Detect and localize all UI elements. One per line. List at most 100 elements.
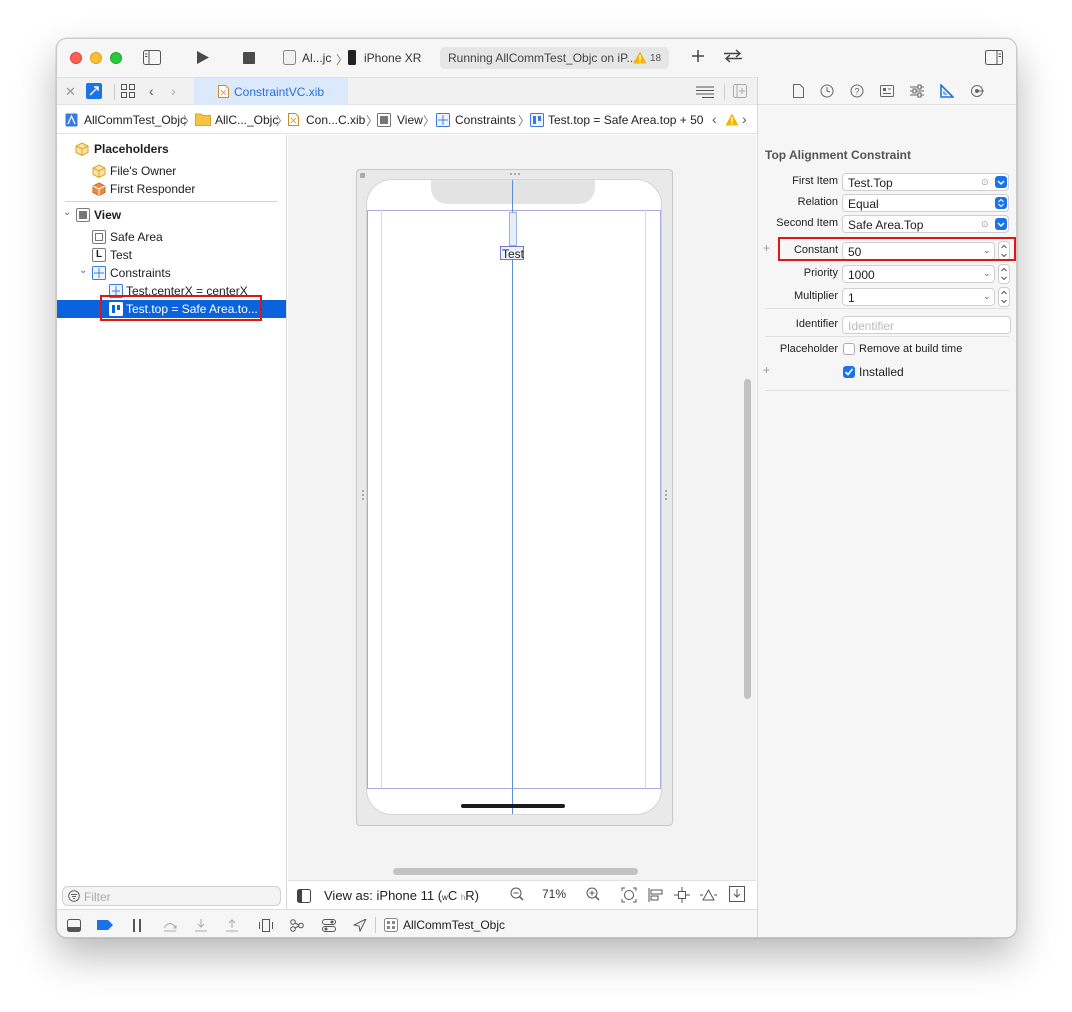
- safe-area-icon: [92, 230, 106, 244]
- updown-icon[interactable]: [995, 197, 1007, 209]
- outline-safe-area[interactable]: Safe Area: [57, 228, 286, 246]
- chevron-down-icon[interactable]: [995, 176, 1007, 188]
- breadcrumb-view[interactable]: View: [397, 113, 423, 127]
- view-icon: [377, 113, 391, 127]
- horizontal-scrollbar[interactable]: [393, 868, 638, 875]
- tab-constraintvc-xib[interactable]: ConstraintVC.xib: [194, 78, 348, 105]
- first-item-popup[interactable]: Test.Top ⊙: [842, 173, 1009, 191]
- close-tab-icon[interactable]: ✕: [65, 84, 76, 100]
- align-icon[interactable]: [648, 887, 664, 903]
- related-items-icon[interactable]: [86, 83, 102, 99]
- identity-inspector-icon[interactable]: [880, 85, 894, 97]
- chevron-down-icon[interactable]: ⌄: [983, 268, 991, 279]
- zoom-window-button[interactable]: [110, 52, 122, 64]
- inspector-header: [757, 39, 1016, 77]
- priority-stepper[interactable]: [998, 264, 1010, 284]
- environment-overrides-icon[interactable]: [322, 919, 336, 932]
- resize-handle[interactable]: [665, 490, 667, 500]
- hide-debug-area-icon[interactable]: [67, 919, 81, 932]
- navigate-icon[interactable]: ⊙: [981, 219, 989, 230]
- priority-field[interactable]: 1000 ⌄: [842, 265, 995, 283]
- resize-handle[interactable]: [510, 173, 520, 175]
- outline-first-responder[interactable]: First Responder: [57, 180, 286, 198]
- disclosure-down-icon[interactable]: ⌄: [63, 207, 71, 218]
- pause-icon[interactable]: [132, 919, 142, 932]
- view-as-device[interactable]: View as: iPhone 11 (wC hR): [324, 888, 479, 903]
- device-selector[interactable]: iPhone XR: [364, 51, 421, 65]
- scheme-icon[interactable]: [283, 50, 296, 65]
- filter-field[interactable]: Filter: [62, 886, 281, 906]
- multiplier-field[interactable]: 1 ⌄: [842, 288, 995, 306]
- outline-toggle-icon[interactable]: [297, 889, 311, 903]
- navigate-icon[interactable]: ⊙: [981, 177, 989, 188]
- breadcrumb-project[interactable]: AllCommTest_Objc: [84, 113, 186, 127]
- iphone-device-view[interactable]: Test: [366, 179, 662, 815]
- minimize-window-button[interactable]: [90, 52, 102, 64]
- connections-inspector-icon[interactable]: [970, 84, 984, 98]
- identifier-field[interactable]: Identifier: [842, 316, 1011, 334]
- top-constraint-indicator[interactable]: [509, 212, 517, 246]
- disclosure-down-icon[interactable]: ⌄: [79, 265, 87, 276]
- memory-graph-icon[interactable]: [290, 919, 304, 932]
- multiplier-stepper[interactable]: [998, 287, 1010, 307]
- outline-constraints[interactable]: ⌄ Constraints: [57, 264, 286, 282]
- attributes-inspector-icon[interactable]: [910, 84, 924, 98]
- editor-options-icon[interactable]: [696, 86, 714, 98]
- breadcrumb-constraint[interactable]: Test.top = Safe Area.top + 50: [548, 113, 703, 127]
- breadcrumb-constraints[interactable]: Constraints: [455, 113, 516, 127]
- scheme-selector[interactable]: Al...jc: [302, 51, 331, 65]
- view-hierarchy-icon[interactable]: [259, 919, 273, 932]
- step-out-icon[interactable]: [226, 919, 238, 932]
- code-review-icon[interactable]: [723, 49, 743, 63]
- outline-placeholders[interactable]: Placeholders: [57, 140, 286, 158]
- file-inspector-icon[interactable]: [793, 84, 804, 98]
- xib-file-icon: [218, 85, 229, 98]
- resize-handle[interactable]: [360, 173, 365, 178]
- zoom-out-icon[interactable]: [510, 887, 524, 901]
- outline-view[interactable]: ⌄ View: [57, 206, 286, 224]
- add-constraints-icon[interactable]: [674, 887, 690, 903]
- inspector-toggle-icon[interactable]: [985, 50, 1003, 65]
- interface-builder-canvas[interactable]: Test: [288, 135, 756, 880]
- chevron-down-icon[interactable]: [995, 218, 1007, 230]
- forward-icon[interactable]: ›: [171, 83, 176, 99]
- step-over-icon[interactable]: [162, 919, 178, 932]
- size-inspector-icon[interactable]: [940, 84, 954, 98]
- relation-popup[interactable]: Equal: [842, 194, 1009, 212]
- breakpoints-icon[interactable]: [97, 920, 113, 930]
- highlight-box: [100, 295, 262, 321]
- step-into-icon[interactable]: [195, 919, 207, 932]
- sidebar-toggle-icon[interactable]: [143, 50, 161, 65]
- remove-at-build-checkbox[interactable]: [843, 343, 855, 355]
- update-frames-icon[interactable]: [621, 887, 637, 903]
- embed-in-icon[interactable]: [729, 886, 745, 902]
- stop-icon[interactable]: [243, 52, 255, 64]
- previous-issue-icon[interactable]: ‹: [712, 111, 717, 127]
- next-issue-icon[interactable]: ›: [742, 111, 747, 127]
- location-icon[interactable]: [353, 919, 367, 932]
- history-inspector-icon[interactable]: [820, 84, 834, 98]
- resolve-issues-icon[interactable]: [700, 887, 717, 903]
- breadcrumb-file[interactable]: Con...C.xib: [306, 113, 365, 127]
- chevron-down-icon[interactable]: ⌄: [983, 291, 991, 302]
- help-inspector-icon[interactable]: ?: [850, 84, 864, 98]
- activity-status[interactable]: Running AllCommTest_Objc on iP... 18: [440, 47, 669, 69]
- back-icon[interactable]: ‹: [149, 83, 154, 99]
- add-editor-icon[interactable]: [733, 84, 747, 98]
- run-icon[interactable]: [196, 50, 210, 65]
- warning-icon[interactable]: [725, 113, 739, 126]
- installed-checkbox[interactable]: [843, 366, 855, 378]
- centerx-constraint-line[interactable]: [512, 180, 513, 814]
- outline-test-label[interactable]: L Test: [57, 246, 286, 264]
- outline-files-owner[interactable]: File's Owner: [57, 162, 286, 180]
- zoom-in-icon[interactable]: [586, 887, 600, 901]
- add-variation-icon[interactable]: +: [763, 363, 770, 377]
- grid-icon[interactable]: [121, 84, 135, 98]
- breadcrumb-folder[interactable]: AllC..._Objc: [215, 113, 278, 127]
- resize-handle[interactable]: [362, 490, 364, 500]
- vertical-scrollbar[interactable]: [744, 379, 751, 699]
- add-icon[interactable]: [691, 49, 705, 63]
- second-item-popup[interactable]: Safe Area.Top ⊙: [842, 215, 1009, 233]
- test-label-view[interactable]: Test: [500, 246, 524, 261]
- close-window-button[interactable]: [70, 52, 82, 64]
